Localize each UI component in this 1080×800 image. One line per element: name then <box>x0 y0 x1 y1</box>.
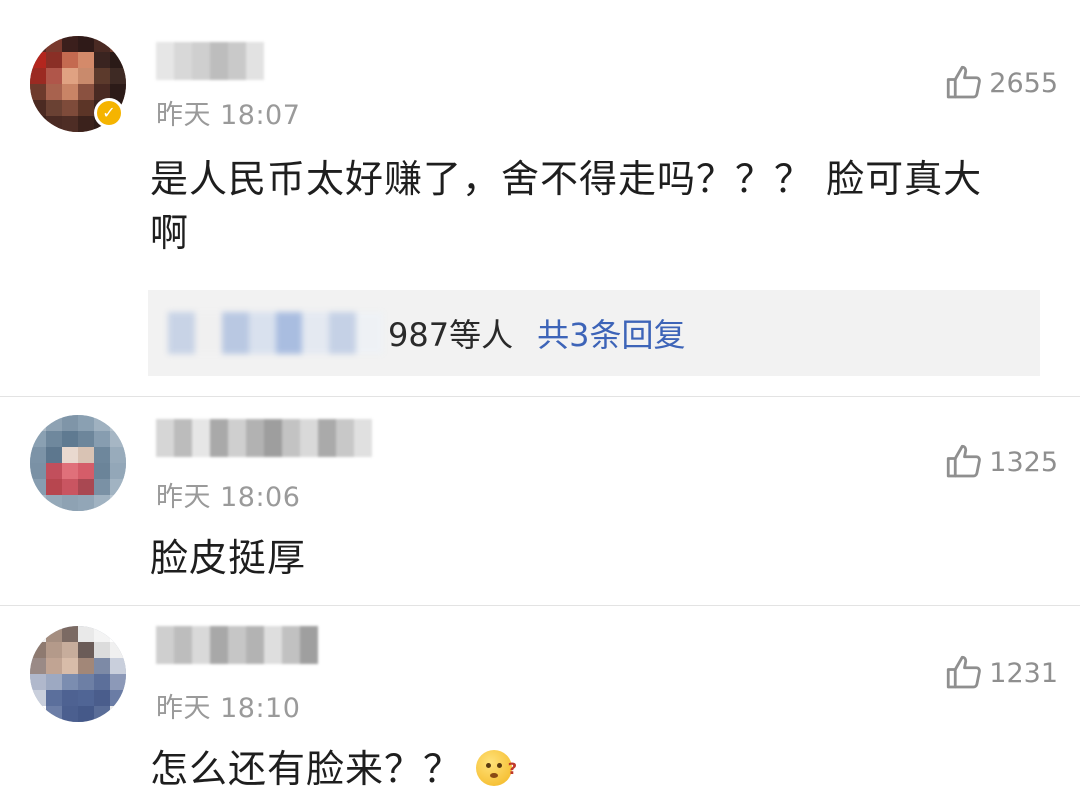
comment-timestamp: 昨天 18:10 <box>156 693 301 724</box>
reply-users-label: 987等人 <box>388 316 514 354</box>
username-blurred[interactable] <box>156 626 318 664</box>
username-blurred[interactable] <box>156 42 266 80</box>
like-button[interactable]: 1325 <box>943 441 1058 483</box>
comment-timestamp: 昨天 18:06 <box>156 482 301 513</box>
thumbs-up-icon <box>947 65 982 99</box>
reply-count-link[interactable]: 共3条回复 <box>537 316 685 354</box>
comment-text: 怎么还有脸来？？ <box>150 747 463 791</box>
comment-text: 是人民币太好赚了，舍不得走吗？？？ 脸可真大啊 <box>150 157 983 255</box>
comment-text-container: 怎么还有脸来？？? <box>150 742 1020 796</box>
avatar[interactable] <box>30 415 126 511</box>
like-count: 1231 <box>989 657 1058 689</box>
comment-item: 昨天 18:10 1231 怎么还有脸来？？? <box>0 606 1080 800</box>
avatar[interactable] <box>30 626 126 722</box>
like-button[interactable]: 2655 <box>943 62 1058 104</box>
like-button[interactable]: 1231 <box>943 652 1058 694</box>
reply-usernames-blurred <box>168 312 383 354</box>
like-count: 2655 <box>989 67 1058 99</box>
comment-timestamp: 昨天 18:07 <box>156 100 301 131</box>
replies-preview[interactable]: 987等人 共3条回复 <box>148 290 1040 376</box>
verified-badge-icon: ✓ <box>94 98 124 128</box>
thumbs-up-icon <box>947 444 982 478</box>
username-blurred[interactable] <box>156 419 372 457</box>
thumbs-up-icon <box>947 655 982 689</box>
comment-item: 昨天 18:06 1325 脸皮挺厚 <box>0 397 1080 605</box>
puzzled-face-emoji-icon: ? <box>476 749 517 786</box>
like-count: 1325 <box>989 446 1058 478</box>
comment-text: 脸皮挺厚 <box>150 536 307 580</box>
comment-item: ✓ 昨天 18:07 2655 是人民币太好赚了，舍不得走吗？？？ 脸可真大啊 … <box>0 0 1080 396</box>
